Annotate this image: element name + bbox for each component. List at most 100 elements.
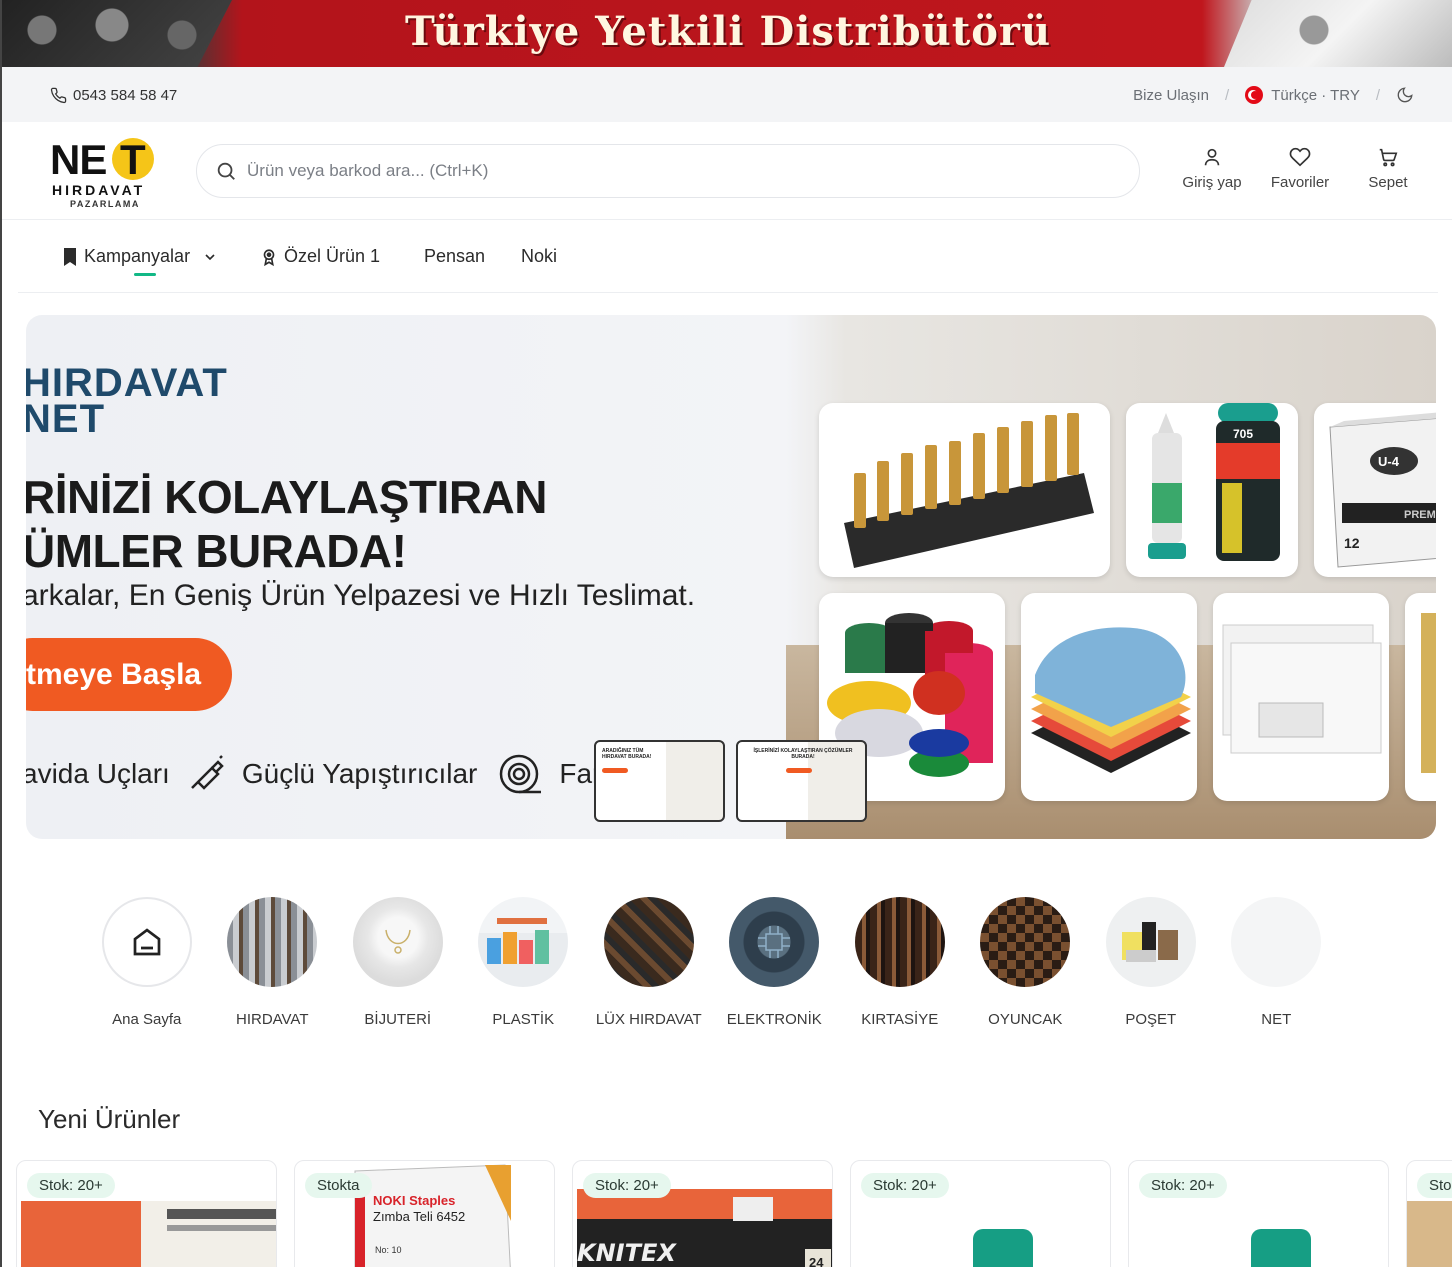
- containers-icon: [487, 918, 550, 964]
- home-icon: [133, 928, 161, 956]
- category-bijuteri[interactable]: BİJUTERİ: [335, 897, 461, 1030]
- hero-brand-line2: NET: [26, 397, 105, 441]
- chip-icon: [758, 926, 791, 958]
- search-input[interactable]: [247, 161, 1097, 181]
- phone-icon: [50, 87, 67, 104]
- thumb-cta: [602, 768, 628, 773]
- tile-microfiber-cloths: [1021, 593, 1197, 801]
- product-card[interactable]: Stok: 20+: [1128, 1160, 1389, 1267]
- box-line: PREMIUM: [1404, 509, 1436, 521]
- category-image: [101, 897, 192, 987]
- tile-partial: [1405, 593, 1436, 801]
- utility-bar: 0543 584 58 47 Bize Ulaşın / Türkçe · TR…: [2, 67, 1452, 122]
- pencil-box-image: U-4 PREMIUM 12: [1329, 412, 1436, 568]
- stationery-image: [854, 897, 945, 987]
- nav-item-kampanyalar[interactable]: Kampanyalar: [62, 246, 218, 267]
- hero-thumb-2[interactable]: İŞLERİNİZİ KOLAYLAŞTIRAN ÇÖZÜMLER BURADA…: [736, 740, 867, 822]
- heart-icon: [1289, 147, 1311, 167]
- thumb-cta: [786, 768, 812, 773]
- page: Türkiye Yetkili Distribütörü 0543 584 58…: [0, 0, 1452, 1267]
- moon-icon[interactable]: [1396, 86, 1414, 104]
- product-card[interactable]: Stokta NOKI Staples Zımba Teli 6452 No: …: [294, 1160, 555, 1267]
- contact-link[interactable]: Bize Ulaşın: [1133, 87, 1209, 104]
- product-number: No: 10: [375, 1245, 402, 1255]
- nav-label: Noki: [521, 246, 558, 266]
- category-net[interactable]: NET: [1214, 897, 1340, 1030]
- hero-tagline: arkalar, En Geniş Ürün Yelpazesi ve Hızl…: [26, 579, 696, 612]
- promo-text: Türkiye Yetkili Distribütörü: [404, 8, 1052, 55]
- product-brand: NOKI Staples: [373, 1193, 455, 1208]
- product-card[interactable]: Sto: [1406, 1160, 1452, 1267]
- category-plastik[interactable]: PLASTİK: [461, 897, 587, 1030]
- logo-text-hirdavat: HIRDAVAT: [52, 182, 146, 198]
- stock-badge: Sto: [1417, 1173, 1452, 1198]
- feature-label: avida Uçları: [26, 758, 170, 789]
- category-ana-sayfa[interactable]: Ana Sayfa: [84, 897, 210, 1030]
- logo-text-ne: NE: [50, 136, 107, 183]
- hero-thumb-1[interactable]: ARADIĞINIZ TÜM HIRDAVAT BURADA!: [594, 740, 725, 822]
- favorites-button[interactable]: Favoriler: [1256, 146, 1344, 191]
- category-label: HIRDAVAT: [235, 1011, 309, 1028]
- hero-headline: RİNİZİ KOLAYLAŞTIRAN ÜMLER BURADA!: [26, 470, 547, 578]
- tile-pencil-box: U-4 PREMIUM 12: [1314, 403, 1436, 577]
- category-hirdavat[interactable]: HIRDAVAT: [210, 897, 336, 1030]
- header: NE T HIRDAVAT PAZARLAMA Giriş yap Favori…: [2, 122, 1452, 220]
- glue-spray-image: 705: [1148, 403, 1280, 561]
- login-button[interactable]: Giriş yap: [1168, 146, 1256, 191]
- promo-banner[interactable]: Türkiye Yetkili Distribütörü: [2, 0, 1452, 67]
- feature-label: Güçlü Yapıştırıcılar: [241, 758, 478, 789]
- category-oyuncak[interactable]: OYUNCAK: [963, 897, 1089, 1030]
- category-kirtasiye[interactable]: KIRTASİYE: [837, 897, 963, 1030]
- stock-badge: Stok: 20+: [27, 1173, 115, 1198]
- product-name: Zımba Teli 6452: [373, 1209, 465, 1224]
- chevron-down-icon: [205, 253, 215, 260]
- tile-envelopes: [1213, 593, 1389, 801]
- glue-tube-icon: [190, 755, 224, 790]
- user-icon: [1204, 148, 1220, 166]
- product-card[interactable]: Stok: 20+ KNITEX 24: [572, 1160, 833, 1267]
- bookmark-icon: [64, 247, 76, 266]
- cart-button[interactable]: Sepet: [1344, 146, 1432, 191]
- search-icon: [217, 162, 235, 180]
- search-box[interactable]: [196, 144, 1140, 198]
- language-selector[interactable]: Türkçe · TRY: [1245, 86, 1360, 104]
- logo[interactable]: NE T HIRDAVAT PAZARLAMA: [50, 136, 160, 209]
- screwdriver-bits-image: [844, 413, 1094, 568]
- category-image-placeholder: [1231, 897, 1322, 987]
- toys-image: [980, 897, 1071, 987]
- stock-badge: Stok: 20+: [583, 1173, 671, 1198]
- category-label: BİJUTERİ: [364, 1011, 432, 1028]
- nav-item-pensan[interactable]: Pensan: [424, 246, 485, 267]
- microfiber-cloths-image: [1031, 627, 1191, 773]
- nav-item-noki[interactable]: Noki: [521, 246, 557, 267]
- stock-badge: Stokta: [305, 1173, 372, 1198]
- category-lux-hirdavat[interactable]: LÜX HIRDAVAT: [586, 897, 712, 1030]
- hero-features: avida Uçları Güçlü Yapıştırıcılar Far: [26, 752, 601, 796]
- product-card[interactable]: Stok: 20+: [16, 1160, 277, 1267]
- category-label: OYUNCAK: [988, 1011, 1063, 1028]
- hero-headline-line2: ÜMLER BURADA!: [26, 525, 407, 577]
- category-elektronik[interactable]: ELEKTRONİK: [712, 897, 838, 1030]
- separator: /: [1375, 86, 1380, 104]
- hero-brand: HIRDAVAT NET: [26, 361, 228, 441]
- hero-cta-button[interactable]: tmeye Başla: [26, 638, 232, 711]
- category-row: Ana Sayfa HIRDAVAT BİJUTERİ PLASTİK LÜX …: [84, 897, 1339, 1030]
- product-card[interactable]: Stok: 20+: [850, 1160, 1111, 1267]
- separator: /: [1225, 86, 1230, 104]
- product-count: 24: [809, 1255, 824, 1267]
- hand-tools-image: [227, 897, 318, 987]
- turkey-flag-icon: [1245, 86, 1264, 104]
- box-brand: U-4: [1378, 454, 1400, 469]
- phone-number: 0543 584 58 47: [73, 87, 178, 104]
- hero-banner[interactable]: HIRDAVAT NET RİNİZİ KOLAYLAŞTIRAN ÜMLER …: [26, 315, 1436, 839]
- hero-brand-line1: HIRDAVAT: [26, 361, 228, 405]
- nav-label: Özel Ürün 1: [284, 246, 381, 266]
- thumb-title: İŞLERİNİZİ KOLAYLAŞTIRAN ÇÖZÜMLER BURADA…: [753, 748, 853, 760]
- tile-screwdriver-bits: [819, 403, 1110, 577]
- category-poset[interactable]: POŞET: [1088, 897, 1214, 1030]
- language-label: Türkçe · TRY: [1271, 86, 1360, 104]
- new-products-row: Stok: 20+ Stokta NOKI Staples Zımba Teli…: [16, 1160, 1452, 1267]
- nav-item-ozel-urun[interactable]: Özel Ürün 1: [260, 246, 380, 267]
- category-label: KIRTASİYE: [861, 1011, 939, 1028]
- phone-link[interactable]: 0543 584 58 47: [50, 87, 177, 104]
